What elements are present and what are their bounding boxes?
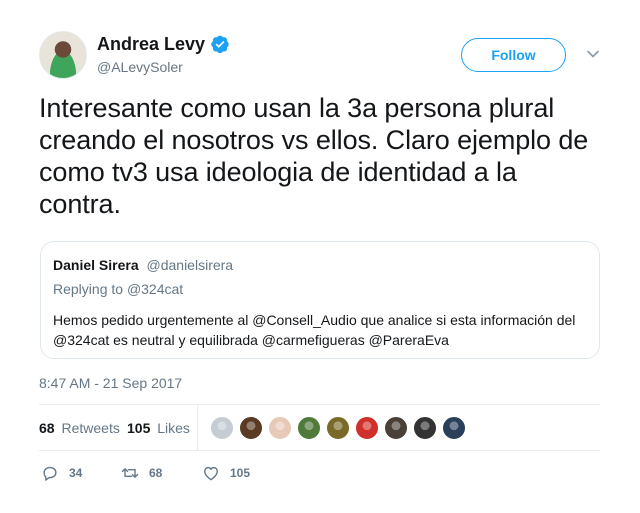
author-handle[interactable]: @ALevySoler — [97, 59, 183, 75]
stats-divider — [197, 405, 198, 450]
likes-count: 105 — [127, 420, 151, 436]
reply-button[interactable]: 34 — [40, 463, 82, 483]
chevron-down-icon[interactable] — [586, 47, 600, 61]
reply-icon — [43, 466, 57, 481]
replying-prefix: Replying to — [53, 281, 124, 297]
quoted-author-handle: @danielsirera — [146, 257, 234, 273]
author-name-row: Andrea Levy — [97, 33, 230, 55]
retweets-stat[interactable]: 68 Retweets — [39, 420, 120, 436]
replying-to-handle[interactable]: @324cat — [127, 281, 183, 297]
liker-avatar[interactable] — [326, 416, 350, 440]
liker-avatar[interactable] — [413, 416, 437, 440]
retweet-button[interactable]: 68 — [120, 463, 162, 483]
retweet-count: 68 — [149, 466, 163, 480]
tweet-header: Andrea Levy @ALevySoler Follow — [39, 31, 600, 81]
like-button[interactable]: 105 — [201, 463, 250, 483]
retweets-count: 68 — [39, 420, 55, 436]
tweet-actions: 34 68 105 — [40, 463, 340, 483]
author-name[interactable]: Andrea Levy — [97, 33, 205, 55]
liker-avatar[interactable] — [239, 416, 263, 440]
author-avatar[interactable] — [39, 31, 87, 79]
reply-count: 34 — [69, 466, 83, 480]
liker-avatar[interactable] — [442, 416, 466, 440]
tweet-timestamp[interactable]: 8:47 AM - 21 Sep 2017 — [39, 375, 182, 391]
quoted-replying-to: Replying to @324cat — [53, 281, 183, 297]
liker-avatar[interactable] — [297, 416, 321, 440]
tweet-text: Interesante como usan la 3a persona plur… — [39, 93, 589, 219]
verified-badge-icon — [210, 34, 230, 54]
heart-icon — [204, 466, 218, 481]
like-count: 105 — [230, 466, 251, 480]
quoted-tweet-text: Hemos pedido urgentemente al @Consell_Au… — [53, 312, 576, 348]
liker-avatar[interactable] — [384, 416, 408, 440]
liker-avatars — [210, 416, 466, 440]
likes-label: Likes — [157, 420, 190, 436]
follow-button[interactable]: Follow — [461, 38, 566, 72]
quoted-author-name: Daniel Sirera — [53, 257, 139, 273]
quoted-tweet[interactable]: Daniel Sirera @danielsirera Replying to … — [40, 241, 600, 359]
quoted-author: Daniel Sirera @danielsirera — [53, 257, 233, 273]
retweet-icon — [121, 468, 139, 478]
liker-avatar[interactable] — [268, 416, 292, 440]
likes-stat[interactable]: 105 Likes — [127, 420, 190, 436]
retweets-label: Retweets — [61, 420, 120, 436]
liker-avatar[interactable] — [355, 416, 379, 440]
liker-avatar[interactable] — [210, 416, 234, 440]
tweet-stats: 68 Retweets 105 Likes — [39, 404, 600, 451]
